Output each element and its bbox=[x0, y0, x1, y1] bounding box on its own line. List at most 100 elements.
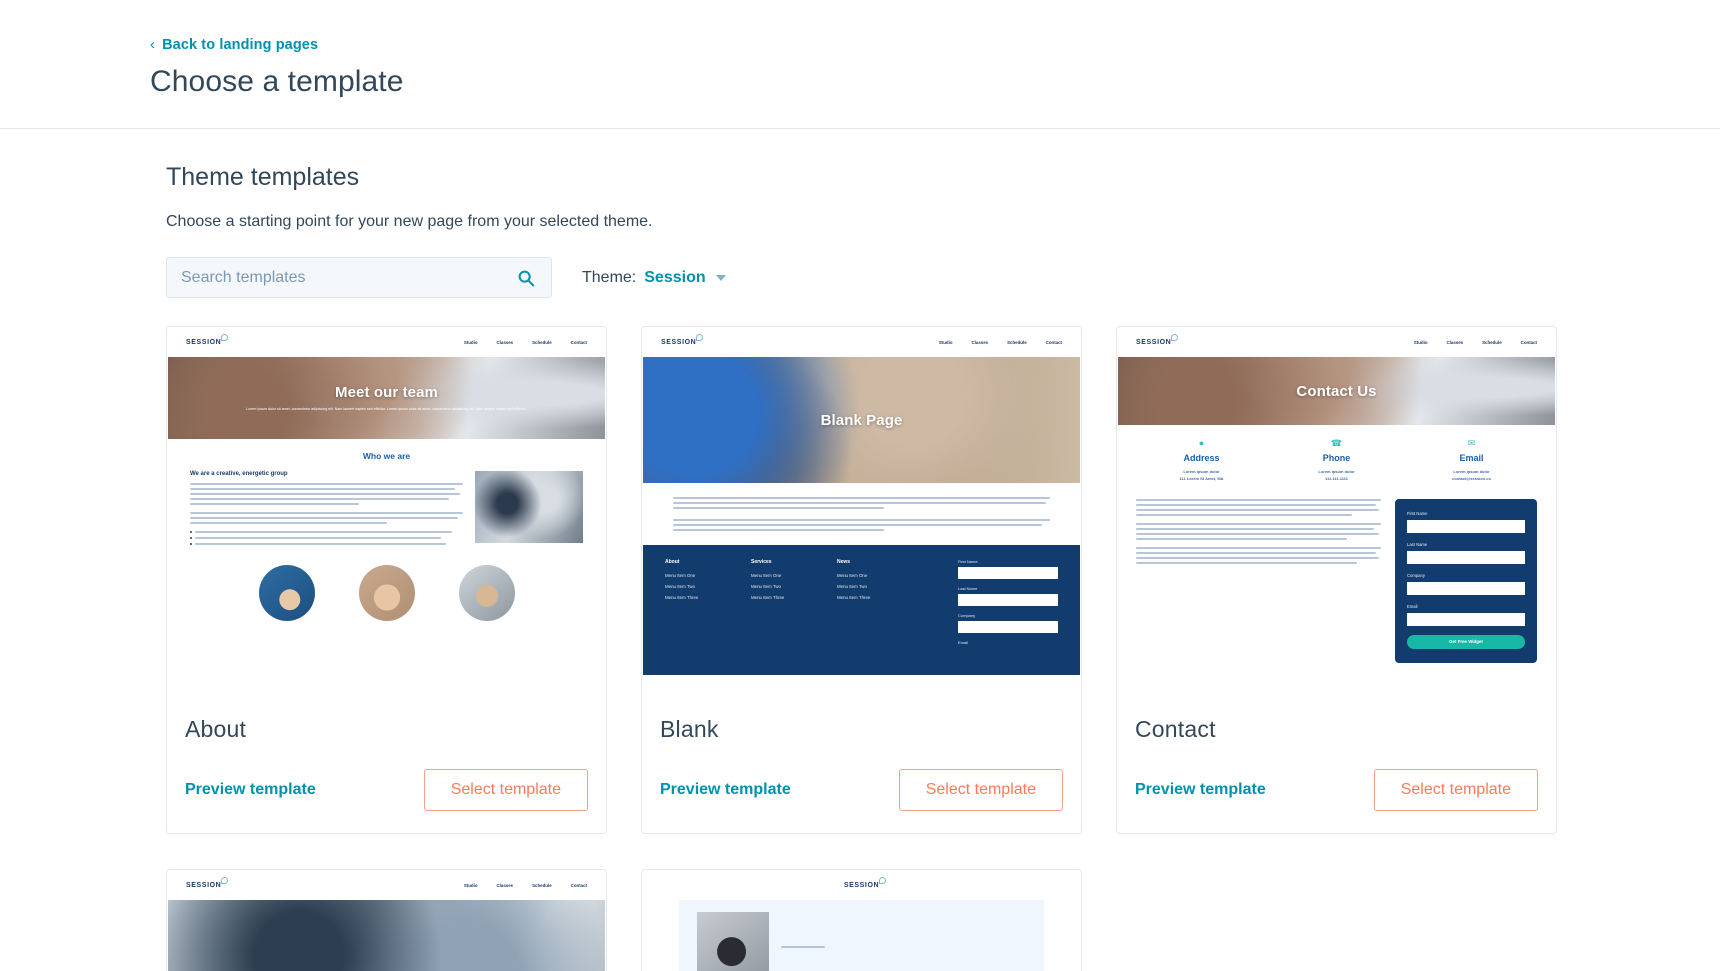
text-placeholder-block bbox=[1136, 498, 1381, 663]
contact-line-1: Lorem ipsum dolor bbox=[1453, 469, 1490, 474]
mini-hero: Meet our team Lorem ipsum dolor sit amet… bbox=[168, 357, 605, 439]
form-submit-button: Get Free Widget bbox=[1407, 634, 1525, 649]
site-logo: SESSION bbox=[844, 877, 887, 889]
contact-info-item: ● Address Lorem ipsum dolor 111 Lorem St… bbox=[1134, 439, 1269, 483]
logo-bubble-icon bbox=[1171, 334, 1179, 341]
mini-hero: Contact Us bbox=[1118, 357, 1555, 425]
mini-nav-item: Schedule bbox=[1482, 340, 1502, 345]
select-template-button[interactable]: Select template bbox=[423, 769, 588, 811]
preview-template-link[interactable]: Preview template bbox=[660, 781, 791, 799]
footer-link: Menu Item Two bbox=[751, 584, 781, 589]
preview-template-link[interactable]: Preview template bbox=[1135, 781, 1266, 799]
hero-title: Meet our team bbox=[335, 383, 438, 401]
text-placeholder-block bbox=[190, 512, 463, 524]
mini-nav-item: Schedule bbox=[532, 340, 552, 345]
form-input bbox=[958, 621, 1058, 633]
mini-nav-item: Studio bbox=[1413, 340, 1428, 345]
select-template-button[interactable]: Select template bbox=[1373, 769, 1538, 811]
form-input bbox=[1407, 581, 1525, 595]
text-placeholder-block bbox=[643, 483, 1080, 531]
mini-column-heading: We are a creative, energetic group bbox=[190, 471, 288, 477]
form-input bbox=[958, 567, 1058, 579]
mini-nav-item: Contact bbox=[1520, 340, 1537, 345]
contact-heading: Address bbox=[1183, 453, 1220, 463]
form-label: Company bbox=[1407, 572, 1425, 578]
template-thumbnail[interactable]: SESSION Studio Classes Schedule Contact … bbox=[1118, 328, 1555, 699]
contact-info-item: ✉ Email Lorem ipsum dolor contact@sessio… bbox=[1404, 439, 1539, 483]
chevron-down-icon[interactable] bbox=[715, 274, 726, 281]
template-name: About bbox=[185, 716, 247, 742]
logo-bubble-icon bbox=[221, 334, 229, 341]
search-icon[interactable] bbox=[517, 269, 535, 287]
template-thumbnail[interactable]: SESSION bbox=[643, 871, 1080, 971]
form-label: Email bbox=[958, 640, 969, 645]
footer-column-heading: News bbox=[837, 559, 851, 565]
footer-link: Menu Item Three bbox=[837, 595, 871, 600]
template-name: Blank bbox=[660, 716, 719, 742]
footer-column: About Menu Item One Menu Item Two Menu I… bbox=[665, 559, 737, 659]
footer-column: News Menu Item One Menu Item Two Menu It… bbox=[837, 559, 909, 659]
template-card-partial-2[interactable]: SESSION bbox=[641, 869, 1082, 971]
mini-nav-item: Studio bbox=[463, 883, 478, 888]
site-logo: SESSION bbox=[186, 334, 229, 346]
template-card-partial-1[interactable]: SESSION Studio Classes Schedule Contact bbox=[166, 869, 607, 971]
site-logo: SESSION bbox=[186, 877, 229, 889]
envelope-icon: ✉ bbox=[1467, 438, 1476, 448]
form-label: Email bbox=[1407, 603, 1418, 609]
logo-bubble-icon bbox=[221, 877, 229, 884]
avatar bbox=[236, 565, 337, 621]
template-card-contact[interactable]: SESSION Studio Classes Schedule Contact … bbox=[1116, 326, 1557, 834]
template-name: Contact bbox=[1135, 716, 1216, 742]
footer-link: Menu Item One bbox=[751, 573, 782, 578]
mini-nav-item: Studio bbox=[938, 340, 953, 345]
hero-image bbox=[168, 900, 605, 971]
footer-link: Menu Item One bbox=[837, 573, 868, 578]
team-avatars bbox=[190, 565, 583, 621]
mini-nav-item: Classes bbox=[1446, 340, 1464, 345]
contact-form: First Name Last Name Company Email Get F… bbox=[1395, 498, 1537, 663]
search-input[interactable] bbox=[181, 268, 537, 287]
page-body: Theme templates Choose a starting point … bbox=[0, 163, 1720, 971]
template-thumbnail[interactable]: SESSION Studio Classes Schedule Contact … bbox=[168, 328, 605, 699]
section-title: Theme templates bbox=[166, 163, 360, 191]
select-template-button[interactable]: Select template bbox=[898, 769, 1063, 811]
mini-content-band bbox=[679, 900, 1044, 971]
logo-bubble-icon bbox=[879, 877, 887, 884]
form-label: Company bbox=[958, 613, 976, 618]
preview-template-link[interactable]: Preview template bbox=[185, 781, 316, 799]
footer-form: First Name Last Name Company Email bbox=[958, 559, 1058, 659]
mini-nav-item: Schedule bbox=[532, 883, 552, 888]
mini-nav-item: Studio bbox=[463, 340, 478, 345]
back-to-landing-pages-link[interactable]: ‹ Back to landing pages bbox=[150, 37, 318, 53]
theme-value[interactable]: Session bbox=[644, 269, 705, 287]
template-thumbnail[interactable]: SESSION Studio Classes Schedule Contact bbox=[168, 871, 605, 971]
hero-title: Blank Page bbox=[820, 411, 903, 429]
chevron-left-icon: ‹ bbox=[150, 36, 156, 53]
contact-line-1: Lorem ipsum dolor bbox=[1183, 469, 1220, 474]
contact-heading: Phone bbox=[1322, 453, 1351, 463]
text-placeholder-block bbox=[781, 912, 1026, 971]
mini-nav-item: Classes bbox=[496, 883, 514, 888]
footer-column: Services Menu Item One Menu Item Two Men… bbox=[751, 559, 823, 659]
form-input bbox=[1407, 550, 1525, 564]
mini-nav-item: Contact bbox=[1045, 340, 1062, 345]
form-label: First Name bbox=[1407, 510, 1428, 516]
mini-site-nav: SESSION Studio Classes Schedule Contact bbox=[643, 328, 1080, 357]
mini-nav-item: Classes bbox=[496, 340, 514, 345]
search-box[interactable] bbox=[166, 257, 552, 298]
bullet-list bbox=[190, 531, 463, 545]
form-input bbox=[1407, 612, 1525, 626]
page-header: ‹ Back to landing pages Choose a templat… bbox=[0, 0, 1720, 129]
form-input bbox=[1407, 519, 1525, 533]
mini-content-image bbox=[697, 912, 769, 971]
controls-row: Theme: Session bbox=[166, 257, 1720, 298]
mini-nav-item: Classes bbox=[971, 340, 989, 345]
mini-site-nav: SESSION bbox=[643, 871, 1080, 900]
theme-selector[interactable]: Theme: Session bbox=[582, 269, 726, 287]
footer-column-heading: About bbox=[665, 559, 680, 565]
hero-subtitle: Lorem ipsum dolor sit amet, consectetur … bbox=[246, 406, 527, 411]
template-thumbnail[interactable]: SESSION Studio Classes Schedule Contact … bbox=[643, 328, 1080, 699]
template-card-blank[interactable]: SESSION Studio Classes Schedule Contact … bbox=[641, 326, 1082, 834]
template-card-about[interactable]: SESSION Studio Classes Schedule Contact … bbox=[166, 326, 607, 834]
template-grid: SESSION Studio Classes Schedule Contact … bbox=[166, 326, 1720, 971]
